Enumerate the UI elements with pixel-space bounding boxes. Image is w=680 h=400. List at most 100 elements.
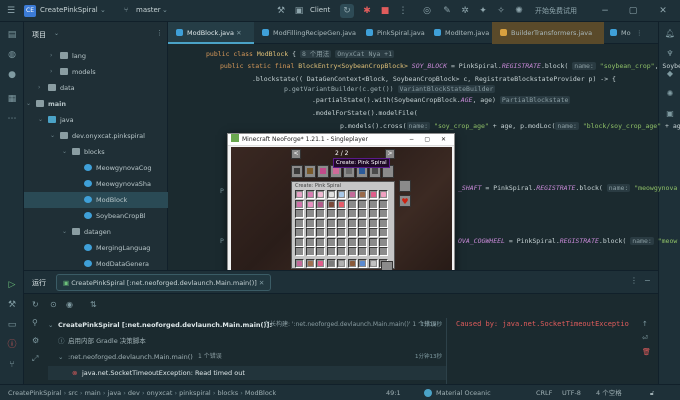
terminal-tool-icon[interactable]: ▭ [5,318,19,332]
stop-icon[interactable]: ■ [378,4,392,18]
hotbar-slot[interactable] [347,258,357,268]
inventory-slot[interactable] [379,237,388,247]
inventory-grid[interactable] [295,190,393,268]
chevron-down-icon[interactable]: ⌄ [62,144,67,160]
clear-icon[interactable]: 🗑︎ [642,348,651,356]
git-tool-icon[interactable]: ⑂ [5,358,19,372]
inventory-slot[interactable] [305,199,315,209]
minecraft-game-view[interactable]: < 2 / 2 > Create: Pink Spiral Create: Pi… [231,147,452,275]
sort-icon[interactable]: ⇅ [90,300,97,309]
tree-item[interactable]: ⌄ main [24,96,168,112]
more-vertical-icon[interactable]: ⋮ [630,276,638,285]
creative-tab[interactable] [304,165,316,178]
inventory-slot[interactable] [316,190,325,199]
heart-icon[interactable]: ♥ [399,195,411,207]
inventory-slot[interactable] [358,209,367,218]
hotbar-slot[interactable] [358,258,367,268]
inventory-slot[interactable] [316,247,325,256]
inventory-slot[interactable] [368,228,378,237]
main-menu-icon[interactable]: ☰ [4,4,18,18]
creative-tab[interactable] [291,165,303,178]
inventory-slot[interactable] [305,209,315,218]
inventory-slot[interactable] [295,218,304,228]
breadcrumb-item[interactable]: java [108,389,122,397]
hotbar-slot[interactable] [305,258,315,268]
build-tree-item[interactable]: ⌄:net.neoforged.devlaunch.Main.main() 1 个… [48,350,446,364]
gradle-icon[interactable]: ♆ [664,48,676,60]
breadcrumb-item[interactable]: main [85,389,101,397]
minecraft-title-bar[interactable]: Minecraft NeoForge* 1.21.1 - Singleplaye… [228,134,454,146]
inventory-slot[interactable] [316,199,325,209]
inventory-slot[interactable] [337,190,346,199]
inventory-slot[interactable] [326,199,336,209]
inventory-slot[interactable] [358,237,367,247]
minecraft-window[interactable]: Minecraft NeoForge* 1.21.1 - Singleplaye… [227,133,455,276]
inventory-slot[interactable] [347,247,357,256]
github-icon[interactable]: ● [5,68,19,82]
inventory-slot[interactable] [316,237,325,247]
breadcrumb-item[interactable]: onyxcat [147,389,173,397]
more-vertical-icon[interactable]: ⋮ [156,29,163,37]
puzzle-icon[interactable]: ✦ [476,4,490,18]
close-icon[interactable]: ✕ [441,134,446,146]
inventory-slot[interactable] [295,190,304,199]
hotbar-slot[interactable] [337,258,346,268]
inventory-slot[interactable] [295,237,304,247]
inventory-slot[interactable] [368,237,378,247]
close-icon[interactable]: ✕ [656,4,670,18]
inventory-slot[interactable] [326,218,336,228]
inventory-slot[interactable] [326,237,336,247]
inventory-slot[interactable] [326,247,336,256]
inventory-slot[interactable] [305,228,315,237]
inventory-slot[interactable] [316,218,325,228]
expand-icon[interactable]: ⤢ [32,354,38,364]
inventory-slot[interactable] [337,199,346,209]
wrap-icon[interactable]: ⏎ [642,334,648,342]
inventory-slot[interactable] [368,218,378,228]
maximize-icon[interactable]: ▢ [424,134,430,146]
tab-moditem[interactable]: ModItem.java [426,22,492,44]
tree-item[interactable]: ⌄ blocks [24,144,168,160]
structure-tool-icon[interactable]: ▦ [5,92,19,106]
minecraft-icon[interactable]: ▣ [664,108,676,120]
tree-item[interactable]: ModBlock [24,192,168,208]
inventory-slot[interactable] [358,190,367,199]
inventory-slot[interactable] [379,247,388,256]
tab-modfillingrecipegen[interactable]: ModFillingRecipeGen.java [254,22,358,44]
inventory-slot[interactable] [337,209,346,218]
inventory-slot[interactable] [358,199,367,209]
project-switcher[interactable]: CreatePinkSpiral [40,6,98,14]
filter-icon[interactable]: ⊙ [50,300,57,309]
breadcrumb-item[interactable]: dev [128,389,140,397]
minimize-icon[interactable]: − [409,134,414,146]
copilot-icon[interactable]: ◎ [420,4,434,18]
indent-setting[interactable]: 4 个空格 [596,385,622,400]
commit-tool-icon[interactable]: ◍ [5,48,19,62]
ai-assistant-icon[interactable]: ✺ [512,4,526,18]
inventory-slot[interactable] [368,247,378,256]
tree-item[interactable]: › models [24,64,168,80]
plugin-icon[interactable]: ✲ [458,4,472,18]
chevron-right-icon[interactable]: › [38,80,40,96]
creative-inventory[interactable]: Create: Pink Spiral [291,181,395,269]
maximize-icon[interactable]: ▢ [626,4,640,18]
inventory-slot[interactable] [305,190,315,199]
inventory-slot[interactable] [295,228,304,237]
chevron-down-icon[interactable]: ⌄ [58,350,63,364]
inventory-slot[interactable] [326,209,336,218]
inventory-slot[interactable] [358,247,367,256]
inventory-slot[interactable] [368,199,378,209]
inventory-slot[interactable] [379,228,388,237]
star-icon[interactable]: ✧ [494,4,508,18]
breadcrumb-item[interactable]: pinkspiral [179,389,211,397]
tree-item[interactable]: MeowgynovaSha [24,176,168,192]
build-tool-icon[interactable]: ⚒ [5,298,19,312]
tree-item[interactable]: › data [24,80,168,96]
inventory-slot[interactable] [305,237,315,247]
inventory-slot[interactable] [379,209,388,218]
problems-tool-icon[interactable]: ⓘ [5,338,19,352]
inventory-slot[interactable] [326,190,336,199]
inventory-slot[interactable] [305,218,315,228]
branch-switcher[interactable]: master [136,6,161,14]
inventory-slot[interactable] [337,218,346,228]
